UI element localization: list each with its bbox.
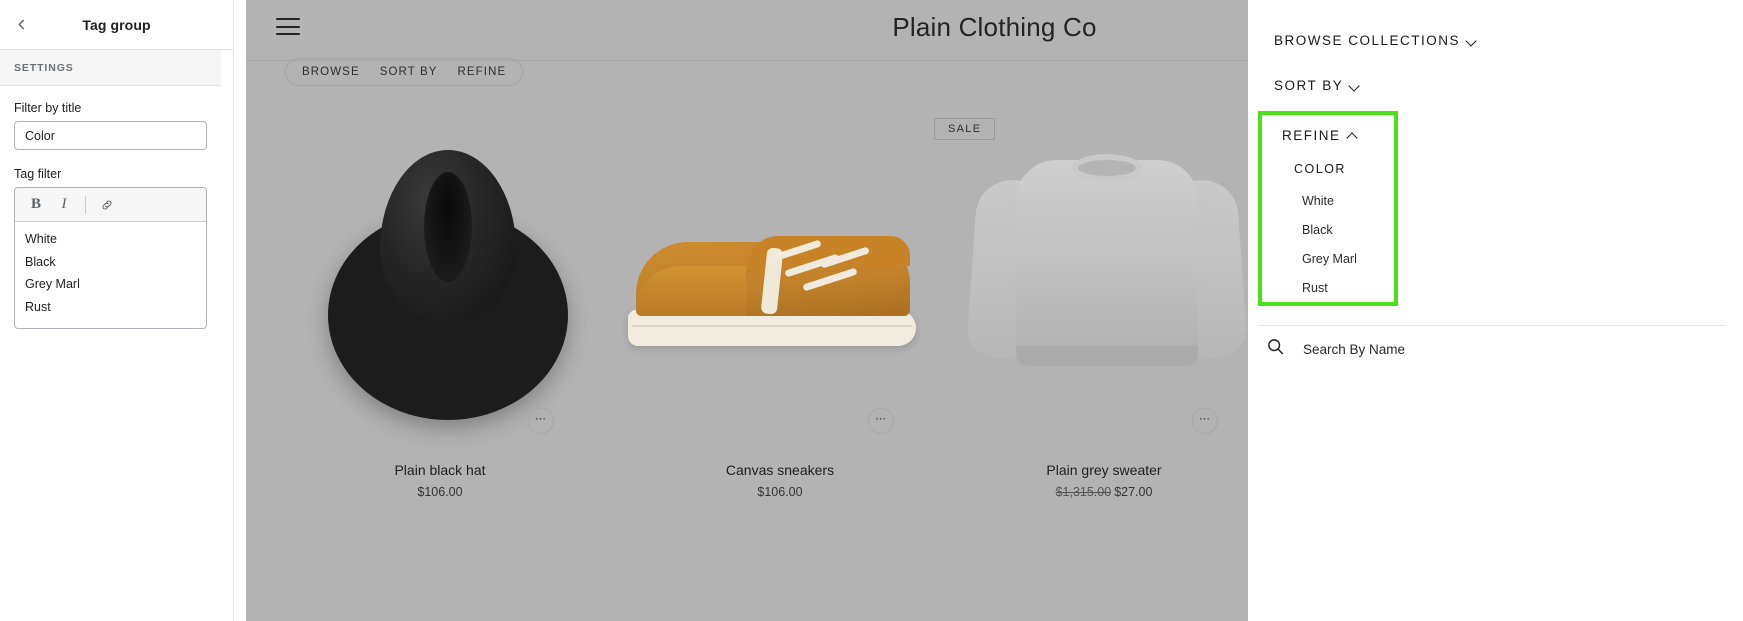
- product-quick-actions-ellipsis-icon[interactable]: ⋯: [868, 408, 894, 434]
- settings-label: SETTINGS: [14, 61, 74, 74]
- italic-icon[interactable]: I: [51, 192, 77, 218]
- chevron-down-icon: [1350, 81, 1359, 90]
- search-by-name-label: Search By Name: [1303, 341, 1406, 357]
- pill-browse[interactable]: BROWSE: [302, 66, 360, 78]
- color-option-grey-marl[interactable]: Grey Marl: [1302, 245, 1357, 274]
- browse-collections-label: BROWSE COLLECTIONS: [1274, 33, 1461, 48]
- settings-section-header: SETTINGS: [0, 50, 221, 86]
- filter-by-title-input[interactable]: [14, 121, 207, 150]
- panel-title: Tag group: [82, 16, 151, 33]
- color-option-white[interactable]: White: [1302, 187, 1357, 216]
- refine-label: REFINE: [1282, 128, 1341, 143]
- editor-line: Black: [25, 254, 56, 269]
- product-price: $106.00: [417, 485, 463, 499]
- product-price: $106.00: [757, 485, 803, 499]
- product-image-grey-sweater: [934, 110, 1274, 410]
- product-name: Plain grey sweater: [1046, 462, 1162, 478]
- link-icon[interactable]: [94, 192, 120, 218]
- tag-group-settings-panel: Tag group SETTINGS Filter by title Tag f…: [0, 0, 234, 621]
- tag-filter-editor: B I White Black Grey Marl Rust: [14, 187, 207, 329]
- drawer-divider: [1258, 325, 1726, 326]
- chevron-down-icon: [1467, 36, 1476, 45]
- product-card[interactable]: ⋯ Canvas sneakers $106.00: [610, 90, 950, 530]
- toolbar-divider: [85, 195, 86, 214]
- product-image-black-hat: [270, 110, 610, 420]
- editor-content[interactable]: White Black Grey Marl Rust: [15, 222, 206, 328]
- product-price-sale: $1,315.00 $27.00: [934, 485, 1274, 499]
- product-compare-at-price: $1,315.00: [1055, 485, 1112, 499]
- storefront-menu-drawer: BROWSE COLLECTIONS SORT BY REFINE COLOR …: [1248, 0, 1743, 621]
- refine-section-highlight: REFINE COLOR White Black Grey Marl Rust: [1258, 111, 1398, 306]
- pill-refine[interactable]: REFINE: [457, 66, 506, 78]
- sort-by-label: SORT BY: [1274, 78, 1344, 93]
- drawer-refine-toggle[interactable]: REFINE: [1282, 128, 1357, 143]
- product-name: Canvas sneakers: [725, 462, 835, 478]
- pill-sort-by[interactable]: SORT BY: [380, 66, 438, 78]
- product-name: Plain black hat: [394, 462, 486, 478]
- product-quick-actions-ellipsis-icon[interactable]: ⋯: [528, 408, 554, 434]
- color-option-rust[interactable]: Rust: [1302, 274, 1357, 303]
- search-icon: [1266, 337, 1285, 361]
- back-chevron-left-icon[interactable]: [8, 12, 34, 38]
- bold-icon[interactable]: B: [23, 192, 49, 218]
- editor-line: Grey Marl: [25, 277, 80, 291]
- chevron-up-icon: [1348, 131, 1357, 140]
- refine-color-options: White Black Grey Marl Rust: [1302, 187, 1357, 303]
- product-quick-actions-ellipsis-icon[interactable]: ⋯: [1192, 408, 1218, 434]
- storefront-filter-pill: BROWSE SORT BY REFINE: [285, 58, 524, 86]
- color-option-black[interactable]: Black: [1302, 216, 1357, 245]
- panel-header: Tag group: [0, 0, 233, 50]
- tag-filter-label: Tag filter: [14, 167, 62, 181]
- settings-body: Filter by title Tag filter B I: [0, 86, 221, 343]
- refine-color-heading: COLOR: [1294, 162, 1346, 176]
- drawer-browse-collections[interactable]: BROWSE COLLECTIONS: [1274, 33, 1476, 48]
- editor-toolbar: B I: [15, 188, 206, 222]
- editor-line: White: [25, 232, 57, 246]
- drawer-sort-by[interactable]: SORT BY: [1274, 78, 1359, 93]
- product-price: $27.00: [1114, 485, 1153, 499]
- drawer-search-by-name[interactable]: Search By Name: [1266, 337, 1405, 361]
- filter-by-title-label: Filter by title: [14, 101, 82, 115]
- product-image-canvas-sneakers: [610, 110, 950, 410]
- product-card[interactable]: ⋯ Plain black hat $106.00: [270, 90, 610, 530]
- app-root: Tag group SETTINGS Filter by title Tag f…: [0, 0, 1743, 621]
- editor-line: Rust: [25, 299, 51, 314]
- product-card[interactable]: SALE ⋯ Plain grey sweater $1,315.00 $27.0…: [934, 90, 1274, 530]
